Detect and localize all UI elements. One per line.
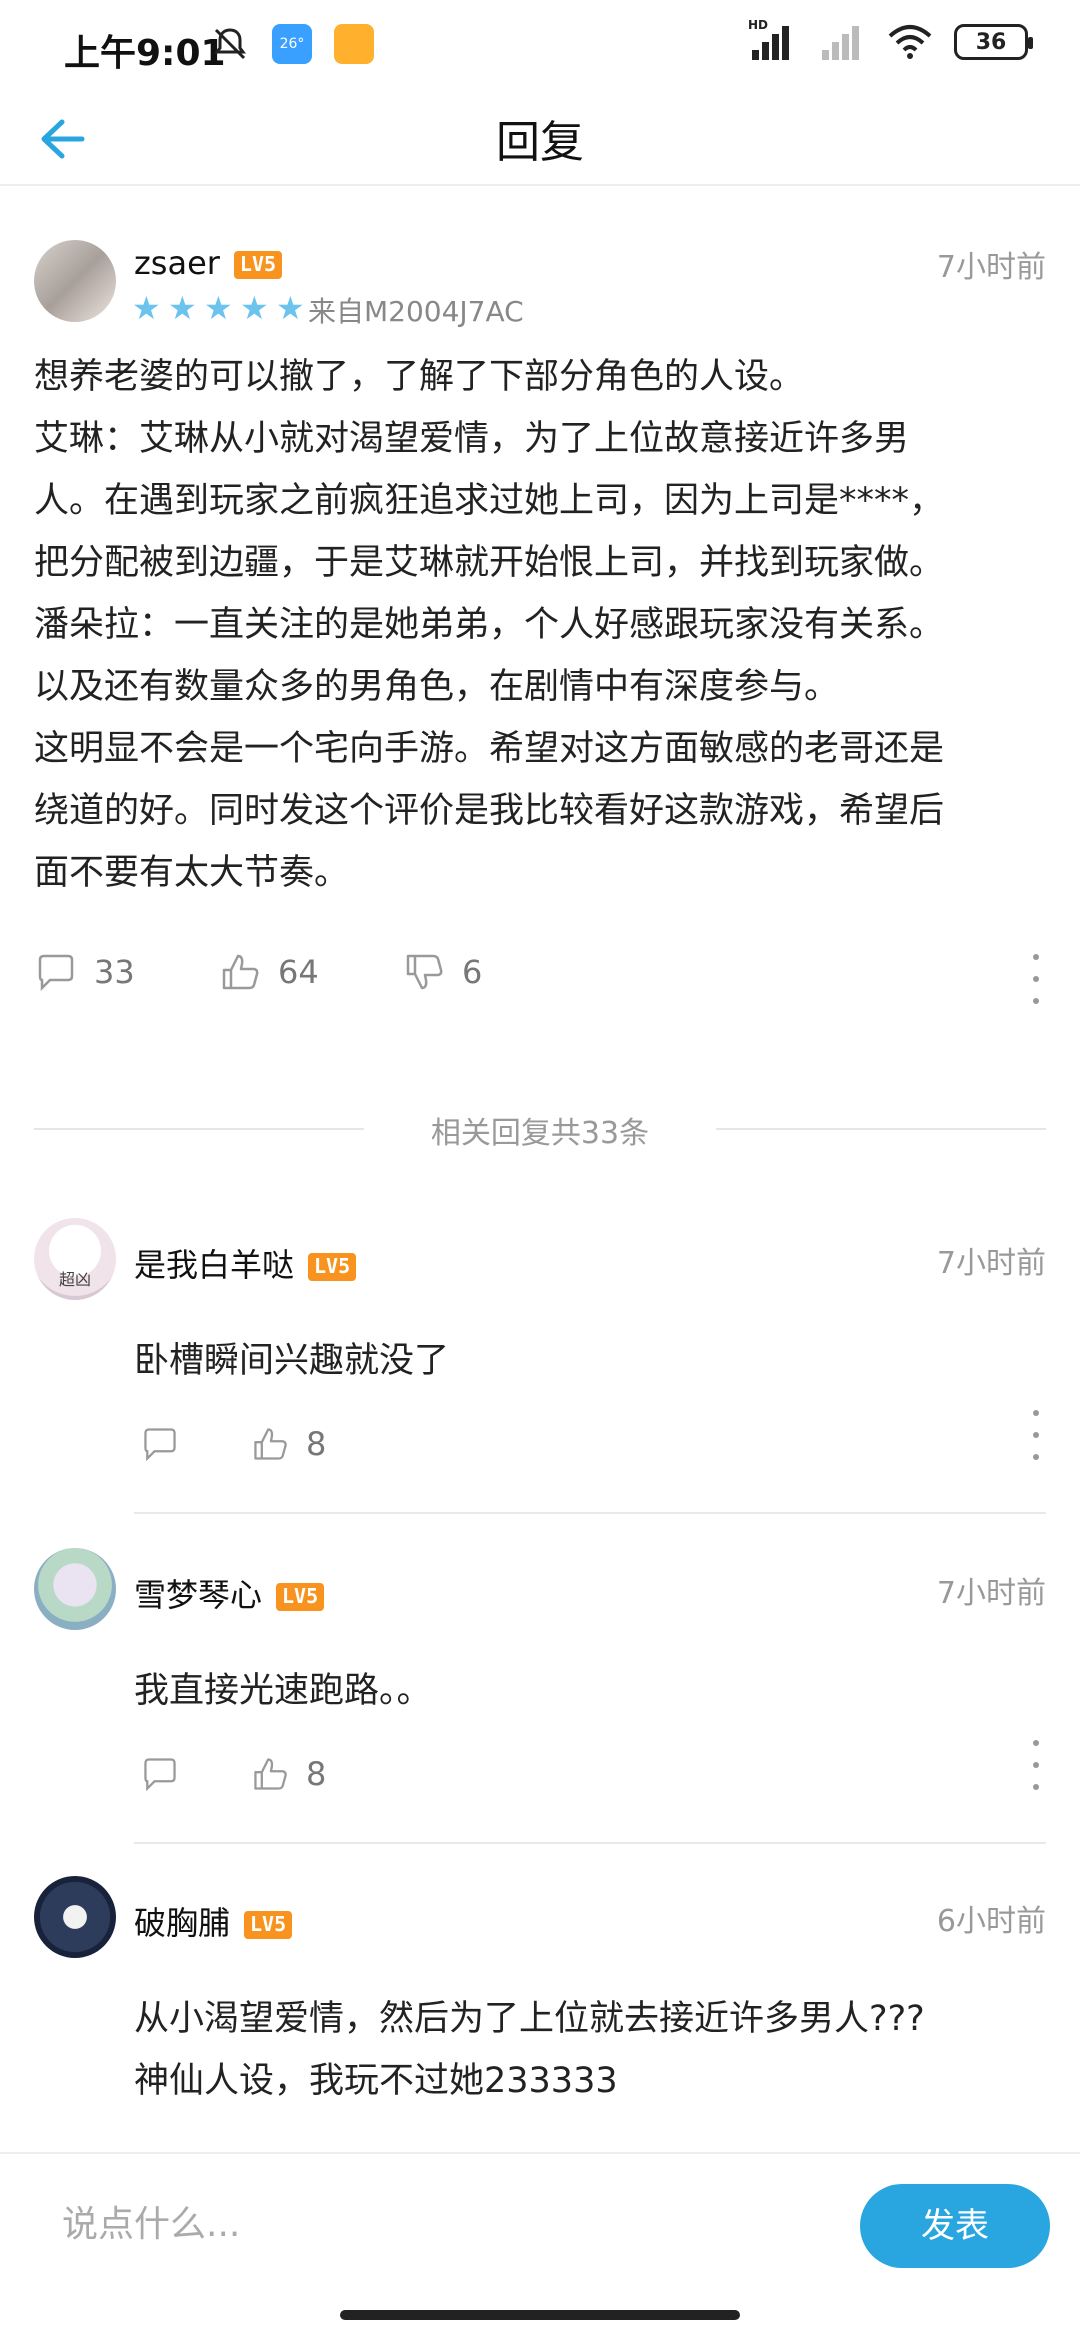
comment-composer: 说点什么... 发表 <box>0 2152 1080 2292</box>
post-line: 潘朵拉：一直关注的是她弟弟，个人好感跟玩家没有关系。 <box>34 605 945 645</box>
comment-icon <box>144 1428 176 1462</box>
header: 回复 <box>0 96 1080 186</box>
like-count: 64 <box>278 953 319 991</box>
like-count: 8 <box>306 1425 327 1463</box>
send-button[interactable]: 发表 <box>860 2184 1050 2268</box>
reply-comment-button[interactable] <box>140 1424 180 1464</box>
page-title: 回复 <box>496 117 584 168</box>
comment-input[interactable]: 说点什么... <box>34 2190 834 2260</box>
reply-time: 6小时前 <box>936 1904 1046 1939</box>
reply-text: 卧槽瞬间兴趣就没了 <box>134 1341 450 1381</box>
comment-icon <box>38 954 74 992</box>
level-badge: LV5 <box>233 251 283 279</box>
more-options-icon[interactable] <box>1026 954 1046 1004</box>
star-icon: ★ <box>276 289 305 327</box>
reply-username[interactable]: 是我白羊哒 LV5 <box>134 1240 357 1286</box>
reply-separator <box>134 1512 1046 1514</box>
post-line: 以及还有数量众多的男角色，在剧情中有深度参与。 <box>34 667 840 707</box>
avatar[interactable] <box>34 1876 116 1958</box>
cell-signal-2-icon <box>818 24 866 60</box>
bell-muted-icon <box>210 24 250 64</box>
wifi-icon <box>888 24 932 60</box>
status-bar: 上午9:01 26° HD 36 <box>0 0 1080 96</box>
replies-count-label: 相关回复共33条 <box>430 1116 650 1151</box>
screen: 上午9:01 26° HD 36 回复 zsaer LV5 ★ ★ ★ ★ ★ … <box>0 0 1080 2340</box>
thumbs-down-icon <box>406 954 443 990</box>
star-icon: ★ <box>168 289 197 327</box>
comment-icon <box>144 1758 176 1792</box>
reply-time: 7小时前 <box>936 1576 1046 1611</box>
reply-line: 从小渴望爱情，然后为了上位就去接近许多男人??? <box>134 1999 925 2039</box>
like-button[interactable]: 64 <box>218 950 319 994</box>
post-username[interactable]: zsaer LV5 <box>134 244 283 282</box>
notes-app-icon <box>334 24 374 64</box>
battery-level: 36 <box>975 29 1007 55</box>
more-options-icon[interactable] <box>1026 1740 1046 1790</box>
status-icons-left: 26° <box>210 24 374 64</box>
username-text: zsaer <box>134 244 220 282</box>
avatar-caption: 超凶 <box>58 1270 91 1289</box>
reply-time: 7小时前 <box>936 1246 1046 1281</box>
star-icon: ★ <box>240 289 269 327</box>
home-indicator[interactable] <box>340 2310 740 2320</box>
thumbs-up-icon <box>254 1428 287 1460</box>
reply-username[interactable]: 雪梦琴心 LV5 <box>134 1570 325 1616</box>
weather-temp: 26° <box>279 36 305 52</box>
avatar[interactable]: 超凶 <box>34 1218 116 1300</box>
post-line: 把分配被到边疆，于是艾琳就开始恨上司，并找到玩家做。 <box>34 543 945 583</box>
reply-separator <box>134 1842 1046 1844</box>
weather-icon: 26° <box>272 24 312 64</box>
post-line: 艾琳：艾琳从小就对渴望爱情，为了上位故意接近许多男 <box>34 419 910 459</box>
more-options-icon[interactable] <box>1026 1410 1046 1460</box>
dislike-button[interactable]: 6 <box>402 950 482 994</box>
reply-username[interactable]: 破胸脯 LV5 <box>134 1898 293 1944</box>
reply-like-button[interactable]: 8 <box>250 1424 326 1464</box>
comment-button[interactable]: 33 <box>34 950 135 994</box>
replies-divider: 相关回复共33条 <box>34 1108 1046 1151</box>
username-text: 破胸脯 <box>134 1904 231 1942</box>
level-badge: LV5 <box>308 1253 357 1281</box>
reply-line: 神仙人设，我玩不过她233333 <box>134 2061 618 2101</box>
post-line: 面不要有太大节奏。 <box>34 853 350 893</box>
username-text: 雪梦琴心 <box>134 1576 263 1614</box>
reply-actions: 8 <box>134 1740 1046 1810</box>
like-count: 8 <box>306 1755 327 1793</box>
reply-text: 从小渴望爱情，然后为了上位就去接近许多男人??? 神仙人设，我玩不过她23333… <box>134 1988 925 2112</box>
dislike-count: 6 <box>462 953 483 991</box>
post-line: 人。在遇到玩家之前疯狂追求过她上司，因为上司是****， <box>34 481 945 521</box>
battery-icon: 36 <box>954 24 1033 60</box>
rating-stars: ★ ★ ★ ★ ★ <box>132 292 308 324</box>
thumbs-up-icon <box>222 954 259 990</box>
status-time: 上午9:01 <box>64 33 226 74</box>
status-icons-right: HD 36 <box>748 18 1033 60</box>
reply-like-button[interactable]: 8 <box>250 1754 326 1794</box>
reply-text: 我直接光速跑路。。 <box>134 1671 432 1711</box>
cell-signal-icon: HD <box>748 18 796 60</box>
post-body: 想养老婆的可以撤了，了解了下部分角色的人设。 艾琳：艾琳从小就对渴望爱情，为了上… <box>34 346 1054 904</box>
username-text: 是我白羊哒 <box>134 1246 295 1284</box>
post-time: 7小时前 <box>936 250 1046 285</box>
level-badge: LV5 <box>244 1911 293 1939</box>
post-line: 想养老婆的可以撤了，了解了下部分角色的人设。 <box>34 357 805 397</box>
post-line: 绕道的好。同时发这个评价是我比较看好这款游戏，希望后 <box>34 791 945 831</box>
avatar[interactable] <box>34 1548 116 1630</box>
level-badge: LV5 <box>276 1583 325 1611</box>
star-icon: ★ <box>204 289 233 327</box>
thumbs-up-icon <box>254 1758 287 1790</box>
star-icon: ★ <box>132 289 161 327</box>
post-line: 这明显不会是一个宅向手游。希望对这方面敏感的老哥还是 <box>34 729 945 769</box>
network-label: HD <box>748 18 769 32</box>
reply-comment-button[interactable] <box>140 1754 180 1794</box>
avatar[interactable] <box>34 240 116 322</box>
device-label: 来自M2004J7AC <box>308 295 524 328</box>
post-actions: 33 64 6 <box>34 950 1046 1010</box>
reply-actions: 8 <box>134 1410 1046 1480</box>
comment-count: 33 <box>94 953 135 991</box>
